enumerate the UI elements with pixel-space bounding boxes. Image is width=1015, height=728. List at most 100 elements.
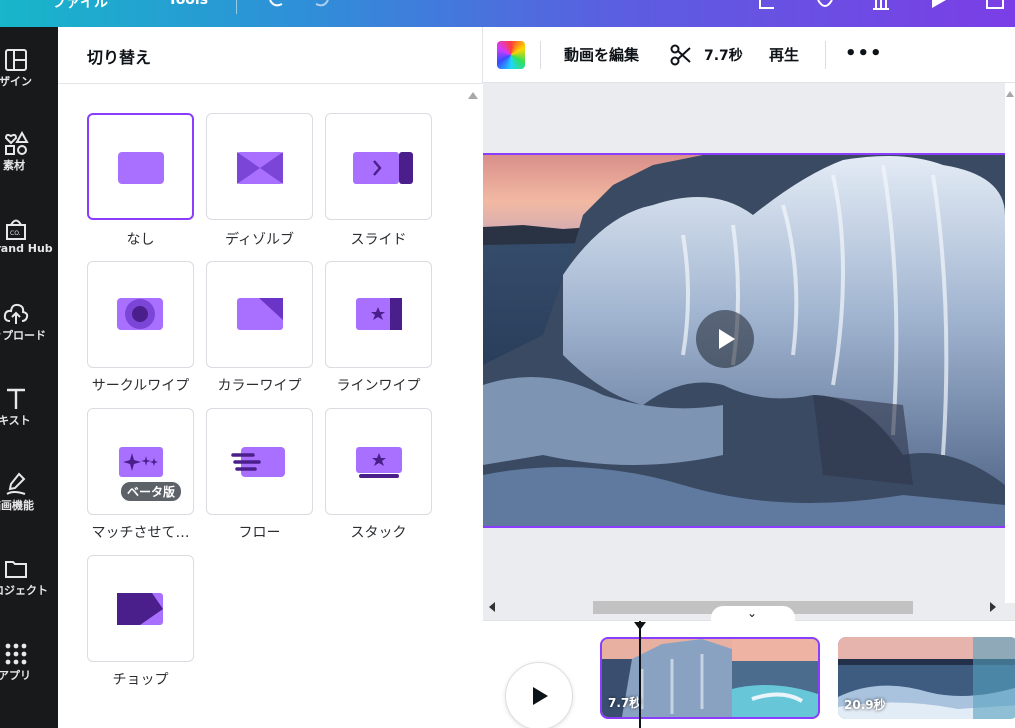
redo-icon[interactable] — [312, 0, 334, 10]
circle-wipe-icon — [117, 298, 163, 330]
chop-icon — [117, 593, 163, 625]
top-bar: ファイル Tools — [0, 0, 1015, 27]
play-icon — [533, 687, 548, 705]
layout-icon — [5, 49, 27, 71]
rail-item-upload[interactable]: アップロード — [0, 301, 58, 371]
transition-dissolve[interactable] — [206, 113, 313, 220]
panel-title: 切り替え — [87, 48, 152, 67]
transition-label: カラーワイプ — [217, 378, 302, 394]
video-frame[interactable] — [483, 153, 1005, 528]
scroll-up-arrow-icon[interactable] — [1006, 91, 1014, 97]
scroll-left-arrow-icon[interactable] — [489, 602, 495, 612]
rail-item-projects[interactable]: プロジェクト — [0, 556, 58, 626]
transition-label: サークルワイプ — [91, 378, 190, 394]
undo-icon[interactable] — [266, 0, 288, 10]
clip-duration: 7.7秒 — [608, 696, 642, 710]
svg-text:CO.: CO. — [10, 230, 21, 237]
playhead-handle-icon[interactable] — [633, 621, 647, 631]
line-wipe-icon — [356, 298, 402, 330]
rail-item-label: プロジェクト — [0, 584, 48, 597]
context-toolbar: 動画を編集 7.7秒 再生 ••• — [483, 27, 1015, 83]
clip-duration: 20.9秒 — [844, 698, 886, 712]
transition-label: ラインワイプ — [336, 378, 421, 394]
color-picker-button[interactable] — [497, 41, 525, 69]
file-menu[interactable]: ファイル — [52, 0, 108, 12]
toolbar-divider — [540, 41, 541, 69]
rail-item-design[interactable]: デザイン — [0, 47, 58, 117]
rail-item-label: 描画機能 — [0, 499, 34, 512]
rail-item-label: 素材 — [3, 159, 25, 172]
playhead[interactable] — [639, 621, 641, 728]
transition-label: ディゾルブ — [224, 232, 295, 248]
transition-label: チョップ — [112, 672, 169, 688]
cloud-upload-icon — [3, 303, 29, 324]
chart-icon[interactable] — [756, 0, 778, 10]
canvas-area — [483, 83, 1005, 595]
chevron-down-icon: ⌄ — [747, 606, 758, 620]
play-icon — [719, 329, 735, 349]
rail-item-brand-hub[interactable]: CO. Brand Hub — [0, 216, 58, 286]
tools-menu[interactable]: Tools — [168, 0, 208, 8]
beta-badge: ベータ版 — [121, 482, 182, 501]
rail-item-label: デザイン — [0, 75, 32, 88]
panel-header: 切り替え — [58, 27, 483, 84]
stack-icon — [356, 447, 402, 478]
edit-video-button[interactable]: 動画を編集 — [564, 44, 639, 65]
dissolve-icon — [237, 152, 283, 184]
present-icon[interactable] — [928, 0, 950, 10]
folder-icon — [5, 561, 27, 578]
rail-item-label: テキスト — [0, 414, 31, 427]
toolbar-divider — [825, 41, 826, 69]
text-icon — [7, 388, 25, 409]
analytics-icon[interactable] — [870, 0, 892, 10]
none-icon — [118, 152, 164, 184]
timeline-clip[interactable]: 20.9秒 — [838, 637, 1015, 719]
scroll-up-arrow-icon[interactable] — [468, 92, 478, 99]
rail-item-label: アプリ — [0, 669, 31, 682]
shapes-icon — [4, 131, 29, 155]
brand-icon: CO. — [6, 219, 26, 240]
pen-icon — [6, 472, 26, 495]
rail-item-apps[interactable]: アプリ — [0, 641, 58, 711]
transition-stack[interactable] — [325, 408, 432, 515]
panel-scrollbar[interactable] — [463, 84, 483, 728]
scroll-right-arrow-icon[interactable] — [990, 602, 996, 612]
rail-item-draw[interactable]: 描画機能 — [0, 471, 58, 541]
transition-line-wipe[interactable] — [325, 261, 432, 368]
transition-circle-wipe[interactable] — [87, 261, 194, 368]
trim-duration[interactable]: 7.7秒 — [704, 45, 743, 65]
color-wipe-icon — [237, 298, 283, 330]
video-play-button[interactable] — [696, 310, 754, 368]
rail-item-label: Brand Hub — [0, 242, 53, 255]
transition-label: マッチさせて… — [91, 525, 190, 541]
canvas-vertical-scrollbar[interactable] — [1005, 83, 1015, 603]
timeline: ⌄ 7.7秒 20.9秒 — [483, 606, 1015, 728]
timeline-collapse-button[interactable]: ⌄ — [711, 606, 795, 624]
more-options-button[interactable]: ••• — [845, 43, 883, 64]
editor-area: 動画を編集 7.7秒 再生 ••• ⌄ 7.7秒 20.9秒 — [483, 27, 1015, 728]
playback-button[interactable]: 再生 — [769, 44, 799, 65]
transition-color-wipe[interactable] — [206, 261, 313, 368]
rail-item-label: アップロード — [0, 329, 46, 342]
rail-item-elements[interactable]: 素材 — [0, 131, 58, 201]
transition-none[interactable] — [87, 113, 194, 220]
transition-label: スライド — [350, 232, 407, 248]
flow-icon — [231, 447, 285, 477]
transition-slide[interactable] — [325, 113, 432, 220]
transition-flow[interactable] — [206, 408, 313, 515]
transition-chop[interactable] — [87, 555, 194, 662]
left-rail: デザイン 素材 CO. Brand Hub アップロード テキスト 描画機能 プ… — [0, 27, 58, 728]
comment-icon[interactable] — [814, 0, 836, 10]
share-icon[interactable] — [984, 0, 1006, 10]
slide-icon — [353, 152, 413, 184]
timeline-play-button[interactable] — [505, 662, 573, 728]
timeline-clip[interactable]: 7.7秒 — [600, 637, 820, 719]
transition-match-move[interactable]: ベータ版 — [87, 408, 194, 515]
transition-label: なし — [126, 232, 155, 248]
transition-label: フロー — [238, 525, 281, 541]
transition-label: スタック — [350, 525, 407, 541]
apps-icon — [5, 643, 27, 665]
topbar-divider — [236, 0, 237, 14]
scissors-icon[interactable] — [669, 43, 693, 67]
rail-item-text[interactable]: テキスト — [0, 386, 58, 456]
